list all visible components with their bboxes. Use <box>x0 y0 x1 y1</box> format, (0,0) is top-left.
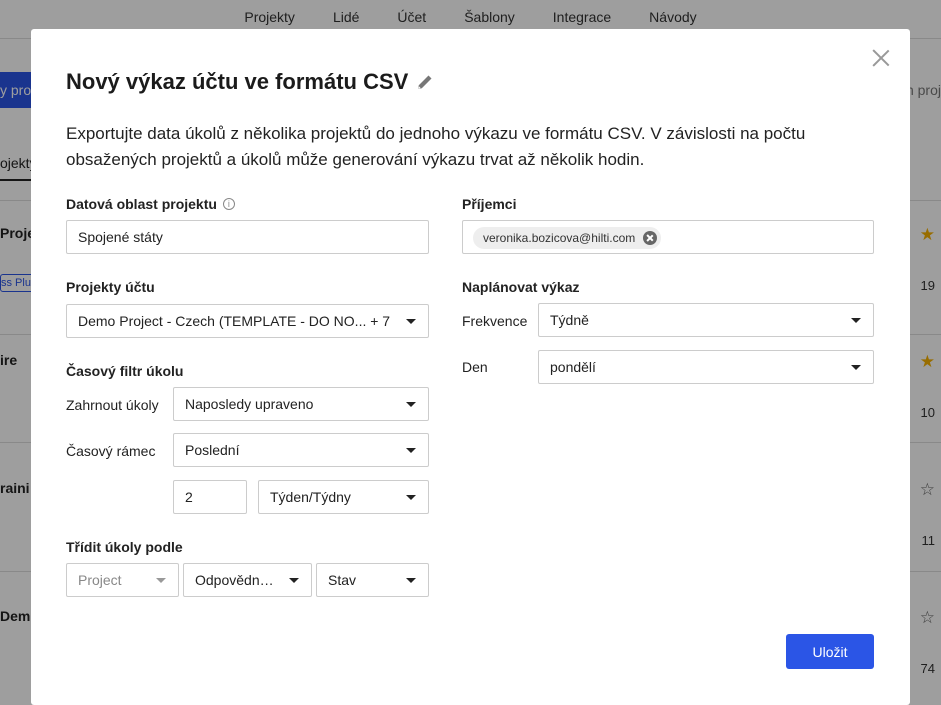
day-label: Den <box>462 359 488 375</box>
dialog-title-text: Nový výkaz účtu ve formátu CSV <box>66 69 409 94</box>
timeframe-unit-value: Týden/Týdny <box>270 489 351 505</box>
data-region-input[interactable]: Spojené státy <box>66 220 429 254</box>
timeframe-select[interactable]: Poslední <box>173 433 429 467</box>
sort-first-select[interactable]: Project <box>66 563 179 597</box>
sort-tasks-label: Třídit úkoly podle <box>66 539 183 555</box>
include-tasks-value: Naposledy upraveno <box>185 396 314 412</box>
data-region-value: Spojené státy <box>78 229 163 245</box>
sort-first-value: Project <box>78 572 122 588</box>
dialog-title: Nový výkaz účtu ve formátu CSV <box>66 69 434 95</box>
day-value: pondělí <box>550 359 596 375</box>
data-region-label: Datová oblast projektu i <box>66 196 235 212</box>
recipient-email: veronika.bozicova@hilti.com <box>483 231 636 245</box>
include-tasks-label: Zahrnout úkoly <box>66 397 159 413</box>
frequency-value: Týdně <box>550 312 589 328</box>
time-filter-label: Časový filtr úkolu <box>66 363 184 379</box>
timeframe-count-value: 2 <box>185 489 193 505</box>
info-icon[interactable]: i <box>222 198 235 210</box>
account-projects-value: Demo Project - Czech (TEMPLATE - DO NO..… <box>78 313 391 329</box>
sort-third-select[interactable]: Stav <box>316 563 429 597</box>
day-select[interactable]: pondělí <box>538 350 874 384</box>
timeframe-value: Poslední <box>185 442 240 458</box>
data-region-label-text: Datová oblast projektu <box>66 196 217 212</box>
pencil-icon[interactable] <box>416 73 434 91</box>
close-icon[interactable] <box>872 49 890 67</box>
schedule-report-label: Naplánovat výkaz <box>462 279 580 295</box>
new-csv-report-dialog: Nový výkaz účtu ve formátu CSV Exportujt… <box>31 29 910 705</box>
account-projects-label: Projekty účtu <box>66 279 155 295</box>
timeframe-label: Časový rámec <box>66 443 156 459</box>
account-projects-select[interactable]: Demo Project - Czech (TEMPLATE - DO NO..… <box>66 304 429 338</box>
save-button[interactable]: Uložit <box>786 634 874 669</box>
sort-second-select[interactable]: Odpovědná ... <box>183 563 312 597</box>
include-tasks-select[interactable]: Naposledy upraveno <box>173 387 429 421</box>
timeframe-count-input[interactable]: 2 <box>173 480 247 514</box>
dialog-description: Exportujte data úkolů z několika projekt… <box>66 124 806 169</box>
recipients-input[interactable]: veronika.bozicova@hilti.com <box>462 220 874 254</box>
recipients-label: Příjemci <box>462 196 517 212</box>
sort-third-value: Stav <box>328 572 357 588</box>
remove-recipient-icon[interactable] <box>643 231 658 245</box>
frequency-label: Frekvence <box>462 313 528 329</box>
sort-second-value: Odpovědná ... <box>195 572 281 588</box>
recipient-chip: veronika.bozicova@hilti.com <box>473 227 662 249</box>
timeframe-unit-select[interactable]: Týden/Týdny <box>258 480 429 514</box>
frequency-select[interactable]: Týdně <box>538 303 874 337</box>
